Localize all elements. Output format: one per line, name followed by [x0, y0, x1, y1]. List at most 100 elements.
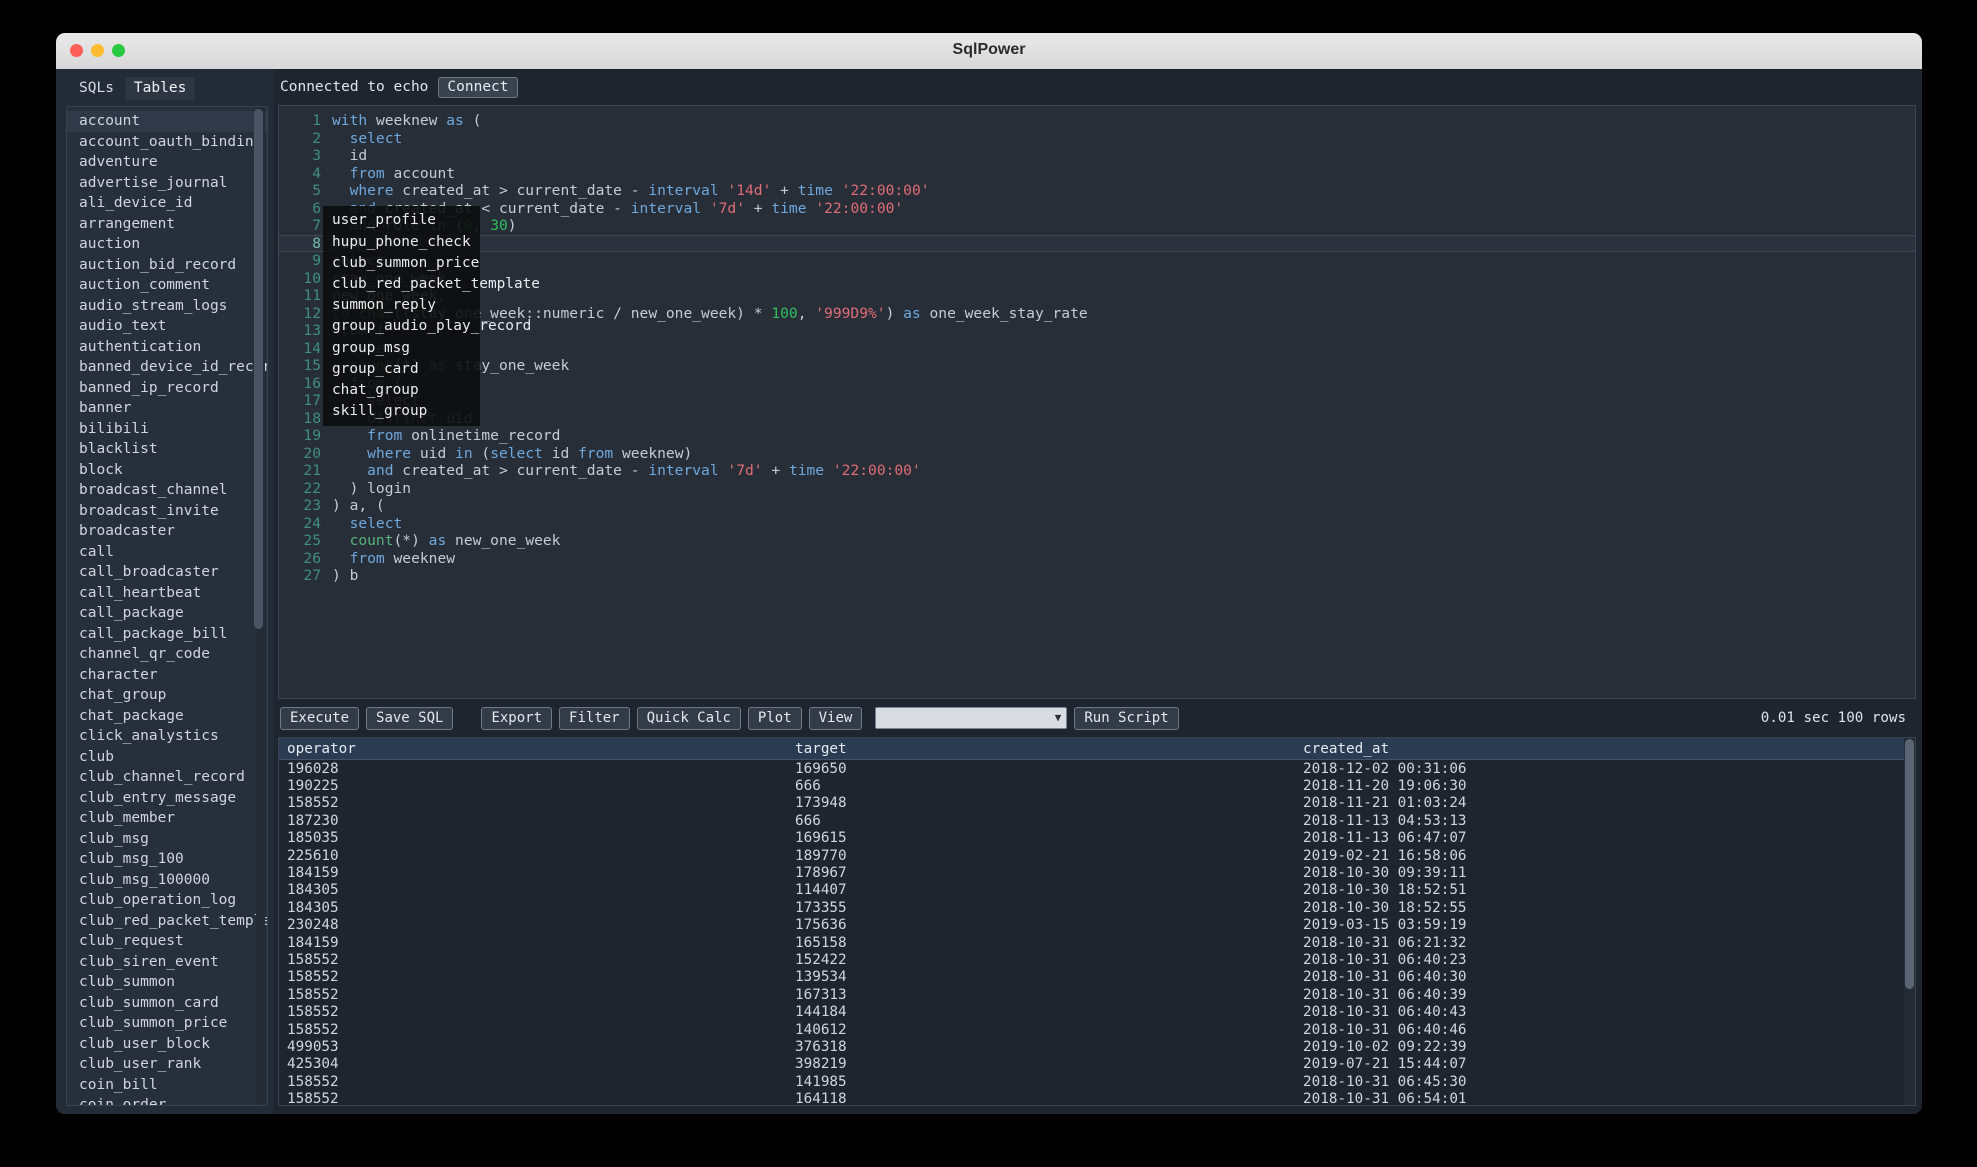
table-cell[interactable]: 158552 [279, 969, 787, 985]
table-row[interactable]: 158552 152422 2018-10-31 06:40:23 [279, 951, 1915, 968]
table-cell[interactable]: 144184 [787, 1004, 1295, 1020]
editor-line-content[interactable]: select [332, 340, 1915, 358]
table-list-item[interactable]: club [67, 747, 267, 768]
table-list-item[interactable]: bilibili [67, 419, 267, 440]
table-list-item[interactable]: audio_text [67, 316, 267, 337]
table-list-item[interactable]: broadcast_invite [67, 501, 267, 522]
table-row[interactable]: 184159 178967 2018-10-30 09:39:11 [279, 864, 1915, 881]
table-list-item[interactable]: audio_stream_logs [67, 296, 267, 317]
table-cell[interactable]: 2019-03-15 03:59:19 [1295, 917, 1915, 933]
table-cell[interactable]: 158552 [279, 1074, 787, 1090]
editor-line-content[interactable]: ) a, ( [332, 497, 1915, 515]
autocomplete-item[interactable]: user_profile [323, 210, 480, 231]
table-cell[interactable]: 2018-11-21 01:03:24 [1295, 795, 1915, 811]
sql-editor[interactable]: 1 with weeknew as (2 select 3 id 4 from acc… [279, 106, 1915, 698]
editor-line[interactable]: 5 where created_at > current_date - inte… [279, 182, 1915, 200]
table-list-item[interactable]: arrangement [67, 214, 267, 235]
table-cell[interactable]: 173948 [787, 795, 1295, 811]
editor-line-content[interactable]: and created_at > current_date - interval… [332, 462, 1915, 480]
editor-line[interactable]: 21 and created_at > current_date - inter… [279, 462, 1915, 480]
table-list-item[interactable]: authentication [67, 337, 267, 358]
save-sql-button[interactable]: Save SQL [366, 706, 454, 730]
editor-line-content[interactable]: from ( [332, 322, 1915, 340]
table-cell[interactable]: 2018-10-31 06:54:01 [1295, 1091, 1915, 1105]
table-list-item[interactable]: chat_group [67, 685, 267, 706]
table-list-item[interactable]: club_summon_card [67, 993, 267, 1014]
table-row[interactable]: 190225 666 2018-11-20 19:06:30 [279, 777, 1915, 794]
run-script-button[interactable]: Run Script [1074, 706, 1179, 730]
table-cell[interactable]: 2019-07-21 15:44:07 [1295, 1056, 1915, 1072]
view-button[interactable]: View [808, 706, 863, 730]
table-cell[interactable]: 187230 [279, 813, 787, 829]
table-list-item[interactable]: call_package [67, 603, 267, 624]
table-cell[interactable]: 139534 [787, 969, 1295, 985]
autocomplete-item[interactable]: group_msg [323, 337, 480, 358]
table-list-item[interactable]: call [67, 542, 267, 563]
sidebar-scrollbar-thumb[interactable] [254, 109, 263, 629]
quick-calc-button[interactable]: Quick Calc [636, 706, 741, 730]
editor-line-content[interactable]: )up [332, 235, 1915, 253]
table-list-item[interactable]: chat_package [67, 706, 267, 727]
table-row[interactable]: 184305 173355 2018-10-30 18:52:55 [279, 899, 1915, 916]
results-scrollbar-thumb[interactable] [1905, 739, 1914, 989]
editor-line[interactable]: 17 select [279, 392, 1915, 410]
table-list-item[interactable]: club_msg_100 [67, 849, 267, 870]
table-list-item[interactable]: club_red_packet_template [67, 911, 267, 932]
editor-line-content[interactable]: id [332, 147, 1915, 165]
editor-line[interactable]: 16 from ( [279, 375, 1915, 393]
table-list-item[interactable]: coin_bill [67, 1075, 267, 1096]
table-cell[interactable]: 165158 [787, 935, 1295, 951]
table-cell[interactable]: 2018-10-31 06:40:43 [1295, 1004, 1915, 1020]
editor-line-content[interactable]: and role in (0, 30) [332, 217, 1915, 235]
table-list-item[interactable]: channel_qr_code [67, 644, 267, 665]
table-cell[interactable]: 164118 [787, 1091, 1295, 1105]
editor-line[interactable]: 6 and created_at < current_date - interv… [279, 200, 1915, 218]
editor-line[interactable]: 27) b [279, 567, 1915, 585]
table-cell[interactable]: 169650 [787, 761, 1295, 777]
autocomplete-item[interactable]: skill_group [323, 401, 480, 422]
table-cell[interactable]: 189770 [787, 848, 1295, 864]
editor-line-content[interactable]: from ( [332, 375, 1915, 393]
sql-editor-panel[interactable]: 1 with weeknew as (2 select 3 id 4 from acc… [278, 105, 1916, 699]
column-header-operator[interactable]: operator [279, 741, 787, 757]
editor-line-content[interactable]: to_char((stay_one_week::numeric / new_on… [332, 305, 1915, 323]
tab-sqls[interactable]: SQLs [70, 77, 123, 100]
table-list-item[interactable]: character [67, 665, 267, 686]
table-row[interactable]: 158552 144184 2018-10-31 06:40:43 [279, 1003, 1915, 1020]
table-row[interactable]: 158552 141985 2018-10-31 06:45:30 [279, 1073, 1915, 1090]
table-list-item[interactable]: club_summon [67, 972, 267, 993]
connect-button[interactable]: Connect [438, 76, 518, 98]
autocomplete-item[interactable]: group_card [323, 358, 480, 379]
editor-line-content[interactable]: from weeknew [332, 550, 1915, 568]
table-row[interactable]: 184159 165158 2018-10-31 06:21:32 [279, 934, 1915, 951]
sidebar-scrollbar-track[interactable] [254, 107, 265, 1105]
execute-button[interactable]: Execute [280, 706, 360, 730]
table-cell[interactable]: 114407 [787, 882, 1295, 898]
table-cell[interactable]: 2018-10-31 06:21:32 [1295, 935, 1915, 951]
table-cell[interactable]: 376318 [787, 1039, 1295, 1055]
table-cell[interactable]: 2018-12-02 00:31:06 [1295, 761, 1915, 777]
table-row[interactable]: 158552 173948 2018-11-21 01:03:24 [279, 795, 1915, 812]
table-cell[interactable]: 2018-10-30 18:52:55 [1295, 900, 1915, 916]
table-row[interactable]: 225610 189770 2019-02-21 16:58:06 [279, 847, 1915, 864]
table-cell[interactable]: 398219 [787, 1056, 1295, 1072]
results-scrollbar-track[interactable] [1904, 738, 1915, 1105]
table-cell[interactable]: 2019-02-21 16:58:06 [1295, 848, 1915, 864]
table-row[interactable]: 499053 376318 2019-10-02 09:22:39 [279, 1038, 1915, 1055]
table-list-item[interactable]: coin_order [67, 1095, 267, 1105]
autocomplete-popup[interactable]: user_profile hupu_phone_check club_summon_… [323, 206, 540, 426]
editor-line[interactable]: 19 from onlinetime_record [279, 427, 1915, 445]
table-list-item[interactable]: account_oauth_binding [67, 132, 267, 153]
table-cell[interactable]: 2018-10-31 06:45:30 [1295, 1074, 1915, 1090]
table-row[interactable]: 425304 398219 2019-07-21 15:44:07 [279, 1056, 1915, 1073]
editor-line[interactable]: 9select [279, 252, 1915, 270]
editor-line-content[interactable]: count(*) as new_one_week [332, 532, 1915, 550]
table-cell[interactable]: 173355 [787, 900, 1295, 916]
table-list-item[interactable]: broadcast_channel [67, 480, 267, 501]
editor-line[interactable]: 25 count(*) as new_one_week [279, 532, 1915, 550]
table-cell[interactable]: 175636 [787, 917, 1295, 933]
table-cell[interactable]: 499053 [279, 1039, 787, 1055]
table-cell[interactable]: 158552 [279, 987, 787, 1003]
table-list-item[interactable]: block [67, 460, 267, 481]
editor-line-content[interactable]: new_one_week, [332, 287, 1915, 305]
